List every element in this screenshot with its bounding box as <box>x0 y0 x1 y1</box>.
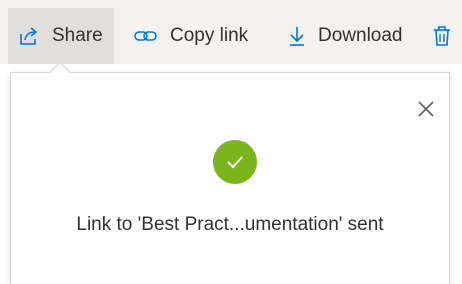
download-button[interactable]: Download <box>278 8 403 64</box>
check-circle-icon <box>213 140 257 184</box>
copy-link-button[interactable]: Copy link <box>124 8 248 64</box>
copy-link-label: Copy link <box>170 25 249 46</box>
close-icon <box>417 100 435 123</box>
download-icon <box>288 25 306 47</box>
download-label: Download <box>318 25 403 46</box>
share-label: Share <box>52 25 103 46</box>
trash-icon <box>432 25 452 47</box>
share-icon <box>18 26 40 46</box>
share-button[interactable]: Share <box>8 8 114 64</box>
link-icon <box>134 28 158 44</box>
command-bar: Share Copy link Download <box>0 0 462 64</box>
delete-button[interactable] <box>424 8 462 64</box>
close-button[interactable] <box>410 95 442 127</box>
confirmation-message: Link to 'Best Pract...umentation' sent <box>76 214 384 235</box>
